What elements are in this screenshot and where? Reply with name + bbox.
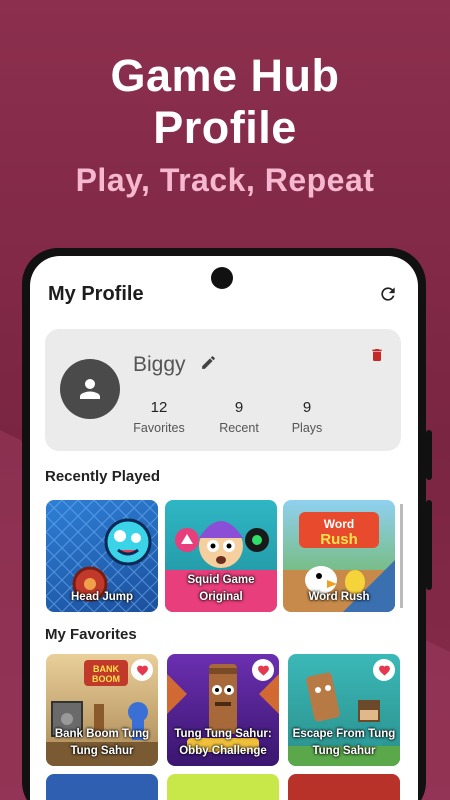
page-title: My Profile xyxy=(48,282,144,305)
scroll-peek xyxy=(400,504,403,608)
game-title: Head Jump xyxy=(71,591,133,603)
game-card-escape-tung-tung[interactable]: Escape From Tung Tung Sahur xyxy=(288,654,400,766)
game-card-obby-challenge[interactable]: Tung Tung Sahur: Obby Challenge xyxy=(167,654,279,766)
pencil-icon[interactable] xyxy=(200,354,217,376)
stat-value: 12 xyxy=(150,399,168,416)
game-card-squid-game[interactable]: Squid Game Original xyxy=(165,500,277,612)
profile-card: Biggy 12 Favorites 9 Recent 9 Plays xyxy=(45,329,401,451)
avatar[interactable] xyxy=(60,359,120,419)
svg-text:BOOM: BOOM xyxy=(92,674,120,684)
headline-line-1: Game Hub xyxy=(110,50,340,101)
game-card-partial[interactable] xyxy=(46,774,158,800)
headline-line-2: Profile xyxy=(153,102,297,153)
stat-value: 9 xyxy=(234,399,244,416)
stat-label: Favorites xyxy=(133,421,185,435)
game-title: Bank Boom Tung Tung Sahur xyxy=(54,728,150,757)
my-favorites-title: My Favorites xyxy=(45,626,137,643)
favorite-heart-icon[interactable] xyxy=(252,659,274,681)
game-title: Escape From Tung Tung Sahur xyxy=(292,728,396,757)
phone-power-button xyxy=(426,500,432,590)
refresh-icon[interactable] xyxy=(376,282,400,306)
svg-text:Rush: Rush xyxy=(320,531,358,548)
stat-value: 9 xyxy=(302,399,312,416)
person-icon xyxy=(80,379,100,399)
front-camera xyxy=(211,267,233,289)
stat-recent: 9 Recent xyxy=(209,399,269,435)
trash-icon[interactable] xyxy=(369,347,385,368)
game-title: Squid Game Original xyxy=(187,574,255,603)
game-card-head-jump[interactable]: Head Jump xyxy=(46,500,158,612)
promo-tagline: Play, Track, Repeat xyxy=(75,162,375,198)
svg-text:Word: Word xyxy=(324,517,354,531)
game-card-partial[interactable] xyxy=(167,774,279,800)
favorite-heart-icon[interactable] xyxy=(373,659,395,681)
recently-played-title: Recently Played xyxy=(45,468,161,485)
profile-stats: 12 Favorites 9 Recent 9 Plays xyxy=(133,399,357,435)
game-title: Tung Tung Sahur: Obby Challenge xyxy=(174,728,272,757)
game-title: Word Rush xyxy=(308,591,370,603)
promo-headline: Game Hub Profile xyxy=(0,50,450,154)
svg-text:BANK: BANK xyxy=(93,664,119,674)
stat-label: Plays xyxy=(291,421,323,435)
phone-screen: My Profile Biggy 12 Favorites 9 Recent 9 xyxy=(30,256,418,800)
stat-label: Recent xyxy=(219,421,259,435)
game-card-partial[interactable] xyxy=(288,774,400,800)
phone-volume-button xyxy=(426,430,432,480)
favorite-heart-icon[interactable] xyxy=(131,659,153,681)
stat-plays: 9 Plays xyxy=(281,399,333,435)
game-card-bank-boom[interactable]: BANK BOOM Bank Boom Tung Tung Sahur xyxy=(46,654,158,766)
username-row: Biggy xyxy=(133,353,217,377)
game-card-word-rush[interactable]: Word Rush Word Rush xyxy=(283,500,395,612)
username: Biggy xyxy=(133,353,186,376)
stat-favorites: 12 Favorites xyxy=(133,399,185,435)
